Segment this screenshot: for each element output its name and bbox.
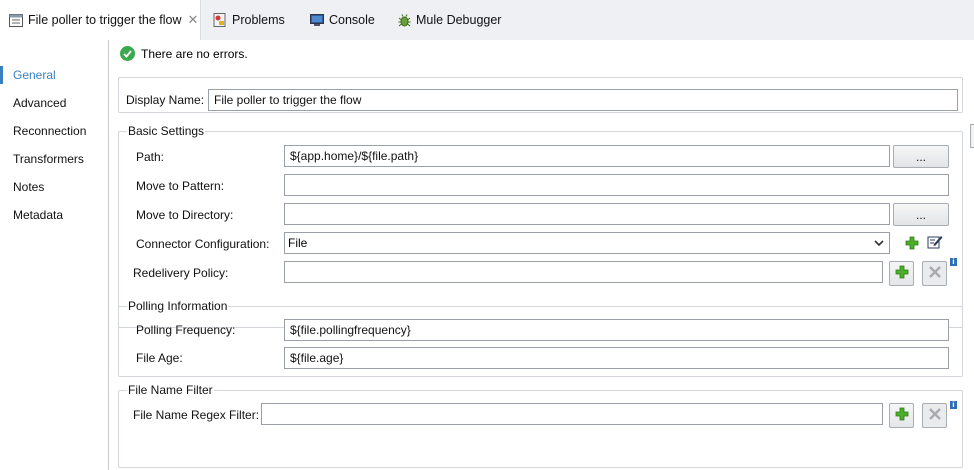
- file-name-filter-group: File Name Filter File Name Regex Filter:…: [118, 383, 963, 468]
- sidebar-item-general[interactable]: General: [0, 64, 108, 86]
- path-input[interactable]: [284, 145, 890, 167]
- add-connector-icon[interactable]: [903, 234, 921, 252]
- sidebar-item-label: Notes: [13, 180, 45, 194]
- edit-connector-icon[interactable]: [926, 233, 944, 251]
- polling-frequency-input[interactable]: [284, 319, 949, 341]
- file-name-regex-filter-input[interactable]: [261, 403, 883, 425]
- tab-problems-label: Problems: [232, 13, 285, 27]
- move-to-directory-browse-button[interactable]: ...: [893, 203, 949, 226]
- tab-mule-debugger-label: Mule Debugger: [416, 13, 502, 27]
- info-icon: i: [950, 401, 957, 409]
- console-icon: [309, 12, 325, 28]
- tab-file-poller-label: File poller to trigger the flow: [28, 13, 182, 27]
- connector-configuration-select[interactable]: File: [284, 232, 890, 254]
- move-to-directory-label: Move to Directory:: [136, 208, 234, 222]
- display-name-group: Display Name:: [118, 77, 963, 113]
- path-label: Path:: [136, 150, 165, 164]
- display-name-input[interactable]: [208, 89, 958, 111]
- delete-x-icon: [928, 408, 941, 423]
- panel-scroll-handle[interactable]: [970, 124, 974, 148]
- validation-status: There are no errors.: [120, 46, 248, 61]
- properties-sidebar: General Advanced Reconnection Transforme…: [0, 40, 109, 470]
- sidebar-item-label: Transformers: [13, 152, 84, 166]
- sidebar-item-metadata[interactable]: Metadata: [0, 204, 108, 226]
- sidebar-item-label: Reconnection: [13, 124, 87, 138]
- sidebar-item-transformers[interactable]: Transformers: [0, 148, 108, 170]
- sidebar-item-advanced[interactable]: Advanced: [0, 92, 108, 114]
- general-settings-panel: There are no errors. Display Name: Basic…: [110, 40, 974, 470]
- redelivery-policy-label: Redelivery Policy:: [133, 266, 229, 280]
- sidebar-item-reconnection[interactable]: Reconnection: [0, 120, 108, 142]
- tab-problems[interactable]: Problems: [212, 0, 285, 40]
- redelivery-policy-input[interactable]: [284, 261, 883, 283]
- info-icon: i: [950, 258, 957, 266]
- remove-redelivery-button[interactable]: [922, 261, 947, 286]
- properties-icon: [8, 12, 24, 28]
- sidebar-item-label: General: [13, 68, 56, 82]
- delete-x-icon: [928, 266, 941, 281]
- status-text: There are no errors.: [141, 46, 248, 61]
- remove-regex-filter-button[interactable]: [922, 403, 947, 428]
- file-name-filter-legend: File Name Filter: [127, 383, 214, 397]
- debugger-bug-icon: [396, 12, 412, 28]
- add-redelivery-button[interactable]: [889, 261, 914, 286]
- move-to-pattern-label: Move to Pattern:: [136, 179, 225, 193]
- close-icon[interactable]: ✕: [188, 12, 199, 28]
- tab-file-poller[interactable]: File poller to trigger the flow ✕: [0, 0, 201, 40]
- tab-console[interactable]: Console: [309, 0, 375, 40]
- basic-settings-legend: Basic Settings: [127, 124, 206, 138]
- polling-frequency-label: Polling Frequency:: [136, 323, 236, 337]
- basic-settings-group: Basic Settings Path: ... Move to Pattern…: [118, 124, 963, 328]
- plus-icon: [895, 265, 909, 282]
- file-age-input[interactable]: [284, 347, 949, 369]
- connector-configuration-label: Connector Configuration:: [136, 237, 270, 251]
- tab-console-label: Console: [329, 13, 375, 27]
- move-to-directory-input[interactable]: [284, 203, 890, 225]
- tab-mule-debugger[interactable]: Mule Debugger: [396, 0, 501, 40]
- add-regex-filter-button[interactable]: [889, 403, 914, 428]
- sidebar-item-label: Metadata: [13, 208, 64, 222]
- polling-information-legend: Polling Information: [127, 299, 229, 313]
- move-to-pattern-input[interactable]: [284, 174, 949, 196]
- connector-configuration-value: File: [288, 236, 308, 250]
- editor-tab-bar: File poller to trigger the flow ✕ Proble…: [0, 0, 974, 40]
- sidebar-item-notes[interactable]: Notes: [0, 176, 108, 198]
- plus-icon: [895, 407, 909, 424]
- sidebar-item-label: Advanced: [13, 96, 67, 110]
- display-name-label: Display Name:: [126, 93, 205, 107]
- polling-information-group: Polling Information Polling Frequency: F…: [118, 299, 963, 377]
- file-age-label: File Age:: [136, 351, 183, 365]
- path-browse-button[interactable]: ...: [893, 145, 949, 168]
- check-circle-icon: [120, 46, 135, 61]
- file-name-regex-filter-label: File Name Regex Filter:: [133, 408, 260, 422]
- problems-icon: [212, 12, 228, 28]
- chevron-down-icon: [873, 237, 885, 249]
